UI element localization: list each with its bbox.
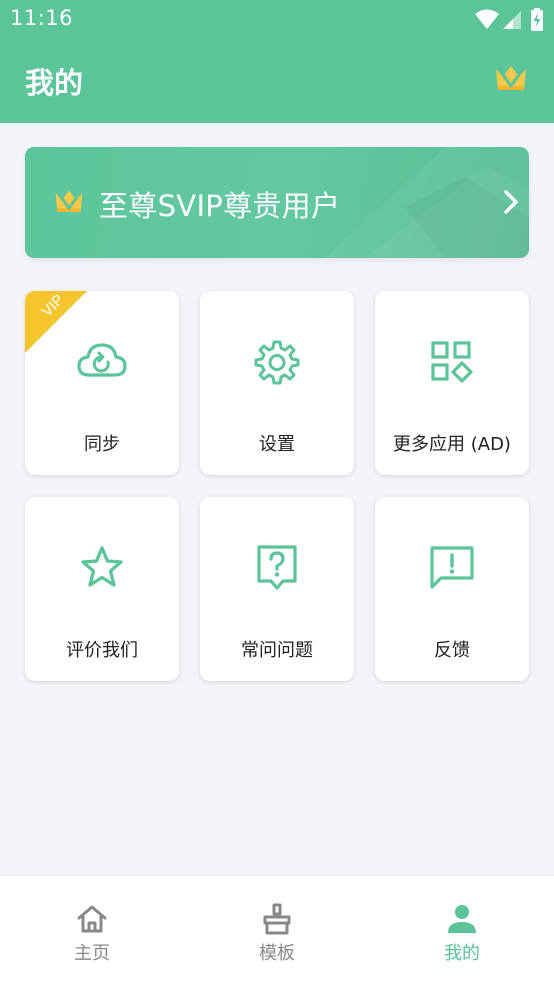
person-icon <box>448 905 476 933</box>
card-label: 反馈 <box>434 640 470 661</box>
card-feedback[interactable]: 反馈 <box>375 497 529 681</box>
tab-label: 我的 <box>444 943 480 964</box>
tab-home[interactable]: 主页 <box>0 876 184 985</box>
apps-grid-icon <box>431 341 473 383</box>
template-brush-icon <box>263 903 291 935</box>
tab-mine[interactable]: 我的 <box>370 876 554 985</box>
card-label: 评价我们 <box>66 640 138 661</box>
page-title: 我的 <box>25 66 84 100</box>
feedback-icon <box>430 546 474 589</box>
status-time: 11:16 <box>10 6 74 30</box>
vip-crown-button[interactable] <box>492 60 530 98</box>
card-label: 设置 <box>259 434 295 455</box>
card-sync[interactable]: VIP 同步 <box>25 291 179 475</box>
chevron-right-icon <box>504 190 518 214</box>
app-bar: 我的 <box>0 38 554 123</box>
card-rate-us[interactable]: 评价我们 <box>25 497 179 681</box>
svip-banner[interactable]: 至尊SVIP尊贵用户 <box>25 147 529 258</box>
battery-charging-icon <box>531 8 543 31</box>
card-label: 更多应用 (AD) <box>393 434 511 455</box>
signal-icon <box>503 11 521 29</box>
crown-icon <box>55 190 83 212</box>
star-icon <box>81 546 123 587</box>
card-more-apps[interactable]: 更多应用 (AD) <box>375 291 529 475</box>
tab-label: 模板 <box>259 943 295 964</box>
gear-icon <box>254 340 300 385</box>
tab-templates[interactable]: 模板 <box>185 876 369 985</box>
card-label: 同步 <box>84 434 120 455</box>
card-faq[interactable]: 常问问题 <box>200 497 354 681</box>
status-bar: 11:16 <box>0 0 554 38</box>
tab-label: 主页 <box>74 943 110 964</box>
card-settings[interactable]: 设置 <box>200 291 354 475</box>
banner-title: 至尊SVIP尊贵用户 <box>99 189 341 223</box>
bottom-tab-bar: 主页 模板 我的 <box>0 875 554 985</box>
crown-icon <box>496 66 526 90</box>
help-question-icon <box>257 545 297 590</box>
cloud-sync-icon <box>77 343 127 377</box>
card-label: 常问问题 <box>241 640 313 661</box>
wifi-icon <box>475 9 499 29</box>
home-icon <box>77 905 107 933</box>
